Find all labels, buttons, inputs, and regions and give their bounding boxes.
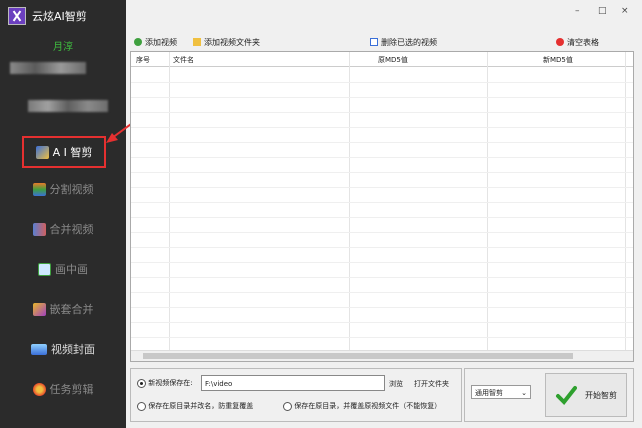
table-row-line (131, 262, 633, 263)
task-edit-icon (32, 382, 46, 396)
scrollbar-thumb[interactable] (143, 353, 573, 359)
add-video-label: 添加视频 (145, 37, 177, 47)
table-row-line (131, 112, 633, 113)
remove-selected-label: 删除已选的视频 (381, 37, 437, 47)
add-folder-button[interactable]: 添加视频文件夹 (193, 35, 260, 49)
add-folder-label: 添加视频文件夹 (204, 37, 260, 47)
save-path-input[interactable]: F:\video (201, 375, 385, 391)
sidebar-item-label: 任务剪辑 (49, 383, 94, 396)
radio-button[interactable] (283, 401, 292, 411)
start-button[interactable]: 开始智剪 (545, 373, 627, 417)
video-table[interactable]: 序号 文件名 原MD5值 新MD5值 (130, 51, 634, 362)
table-row-line (131, 97, 633, 98)
picture-in-picture-icon (38, 262, 51, 276)
app-logo-icon (8, 7, 26, 25)
checkmark-icon (556, 386, 577, 406)
table-header: 序号 文件名 原MD5值 新MD5值 (131, 52, 633, 67)
start-button-label: 开始智剪 (585, 390, 617, 400)
remove-selected-button[interactable]: 删除已选的视频 (370, 35, 437, 49)
sidebar-item-label: 画中画 (55, 263, 88, 276)
horizontal-scrollbar[interactable] (131, 350, 633, 361)
output-settings-panel: 新视频保存在: F:\video 浏览 打开文件夹 保存在原目录并改名，防重复覆… (130, 368, 462, 422)
table-row-line (131, 157, 633, 158)
save-overwrite-option[interactable]: 保存在原目录，并覆盖原视频文件（不能恢复） (283, 401, 441, 411)
sidebar-item-label: 嵌套合并 (49, 303, 94, 316)
chevron-down-icon: ⌄ (521, 389, 527, 397)
sidebar-item-split-video[interactable]: 分割视频 (0, 174, 126, 204)
sidebar-item-label: 分割视频 (49, 183, 94, 196)
blurred-account-info (10, 62, 86, 74)
table-row-line (131, 217, 633, 218)
app-title-bar: 云炫AI智剪 (8, 6, 87, 26)
maximize-button[interactable]: □ (598, 6, 607, 16)
sidebar-item-nested-merge[interactable]: 嵌套合并 (0, 294, 126, 324)
table-row-line (131, 232, 633, 233)
sidebar-item-merge-video[interactable]: 合并视频 (0, 214, 126, 244)
table-row-line (131, 127, 633, 128)
sidebar: 云炫AI智剪 月淳 A I 智剪 分割视频 合并视频 画中画 嵌套合并 视频封面… (0, 0, 126, 428)
radio-button[interactable] (137, 378, 146, 388)
table-row-line (131, 142, 633, 143)
save-overwrite-label: 保存在原目录，并覆盖原视频文件（不能恢复） (294, 402, 442, 410)
mode-select[interactable]: 通用智剪 ⌄ (471, 385, 531, 399)
sidebar-item-label: 视频封面 (51, 343, 95, 356)
sidebar-item-label: 合并视频 (49, 223, 94, 236)
column-header-new-md5: 新MD5值 (543, 56, 573, 64)
table-row-line (131, 277, 633, 278)
action-panel: 通用智剪 ⌄ 开始智剪 (464, 368, 634, 422)
blurred-account-detail (28, 100, 108, 112)
table-row-line (131, 187, 633, 188)
clear-icon (556, 38, 564, 46)
save-rename-label: 保存在原目录并改名，防重复覆盖 (148, 402, 254, 410)
sidebar-item-label: A I 智剪 (52, 146, 93, 159)
table-row-line (131, 202, 633, 203)
radio-button[interactable] (137, 401, 146, 411)
plus-icon (134, 38, 142, 46)
browse-button[interactable]: 浏览 (389, 379, 403, 389)
column-header-original-md5: 原MD5值 (378, 56, 408, 64)
app-title: 云炫AI智剪 (32, 10, 87, 23)
nested-merge-icon (32, 302, 46, 316)
table-row-line (131, 82, 633, 83)
close-button[interactable]: × (621, 6, 629, 16)
merge-video-icon (32, 222, 46, 236)
split-video-icon (32, 182, 46, 196)
table-row-line (131, 337, 633, 338)
save-location-option[interactable]: 新视频保存在: (137, 378, 193, 388)
folder-icon (193, 38, 201, 46)
table-row-line (131, 247, 633, 248)
open-folder-button[interactable]: 打开文件夹 (414, 379, 449, 389)
ai-cut-icon (35, 145, 49, 159)
sidebar-item-ai-cut[interactable]: A I 智剪 (22, 136, 106, 168)
video-cover-icon (31, 343, 47, 355)
add-video-button[interactable]: 添加视频 (134, 35, 177, 49)
table-row-line (131, 172, 633, 173)
remove-file-icon (370, 38, 378, 46)
column-header-filename: 文件名 (173, 56, 194, 64)
minimize-button[interactable]: – (575, 6, 580, 16)
sidebar-item-video-cover[interactable]: 视频封面 (0, 334, 126, 364)
column-header-index: 序号 (136, 56, 150, 64)
sidebar-item-task-edit[interactable]: 任务剪辑 (0, 374, 126, 404)
user-name: 月淳 (53, 42, 73, 53)
mode-select-value: 通用智剪 (475, 389, 503, 397)
table-row-line (131, 307, 633, 308)
save-rename-option[interactable]: 保存在原目录并改名，防重复覆盖 (137, 401, 253, 411)
clear-table-button[interactable]: 清空表格 (556, 35, 599, 49)
table-row-line (131, 322, 633, 323)
table-row-line (131, 292, 633, 293)
sidebar-item-picture-in-picture[interactable]: 画中画 (0, 254, 126, 284)
clear-table-label: 清空表格 (567, 37, 599, 47)
save-location-label: 新视频保存在: (148, 379, 193, 387)
